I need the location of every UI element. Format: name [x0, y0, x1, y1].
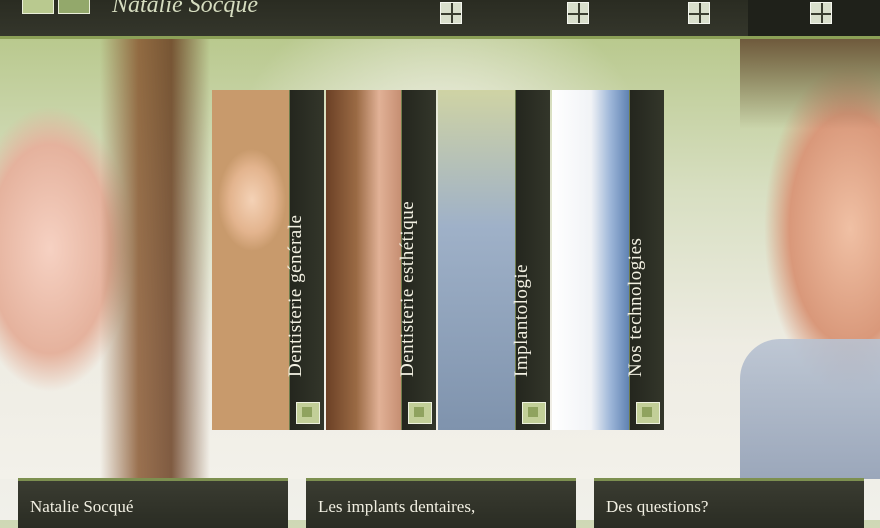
service-label: Nos technologies [625, 237, 646, 377]
service-photo [326, 90, 402, 430]
info-box-questions[interactable]: Des questions? [594, 478, 864, 528]
service-panel-general[interactable]: Dentisterie générale [212, 90, 324, 430]
square-badge-icon [408, 402, 432, 424]
nav-square-icon[interactable] [688, 2, 710, 24]
service-strip: Dentisterie esthétique [397, 90, 436, 430]
service-strip: Implantologie [511, 90, 550, 430]
logo-mark[interactable] [22, 0, 90, 14]
logo-square [22, 0, 54, 14]
service-panel-technologies[interactable]: Nos technologies [552, 90, 664, 430]
logo-text[interactable]: Natalie Socqué [112, 0, 258, 19]
logo-square [58, 0, 90, 14]
hero-photo-man-shirt [740, 339, 880, 479]
service-label: Dentisterie esthétique [397, 200, 418, 377]
service-panels: Dentisterie générale Dentisterie esthéti… [212, 90, 664, 430]
nav-item-last[interactable] [748, 0, 880, 36]
info-box-title: Les implants dentaires, [318, 497, 476, 516]
hero-photo-woman-hair [100, 39, 210, 479]
site-header: Natalie Socqué [0, 0, 880, 39]
service-panel-implantology[interactable]: Implantologie [438, 90, 550, 430]
square-badge-icon [296, 402, 320, 424]
info-box-about[interactable]: Natalie Socqué [18, 478, 288, 528]
nav-square-icon[interactable] [567, 2, 589, 24]
info-box-title: Des questions? [606, 497, 709, 516]
service-photo [552, 90, 630, 430]
service-label: Implantologie [511, 263, 532, 377]
service-label: Dentisterie générale [285, 214, 306, 377]
square-badge-icon [636, 402, 660, 424]
info-box-title: Natalie Socqué [30, 497, 134, 516]
hero-photo-man-hair [740, 39, 880, 129]
nav-square-icon[interactable] [440, 2, 462, 24]
service-strip: Nos technologies [625, 90, 664, 430]
square-badge-icon [522, 402, 546, 424]
service-photo [212, 90, 290, 430]
service-panel-esthetic[interactable]: Dentisterie esthétique [326, 90, 436, 430]
service-strip: Dentisterie générale [285, 90, 324, 430]
info-box-implants[interactable]: Les implants dentaires, [306, 478, 576, 528]
service-photo [438, 90, 516, 430]
nav-square-icon[interactable] [810, 2, 832, 24]
